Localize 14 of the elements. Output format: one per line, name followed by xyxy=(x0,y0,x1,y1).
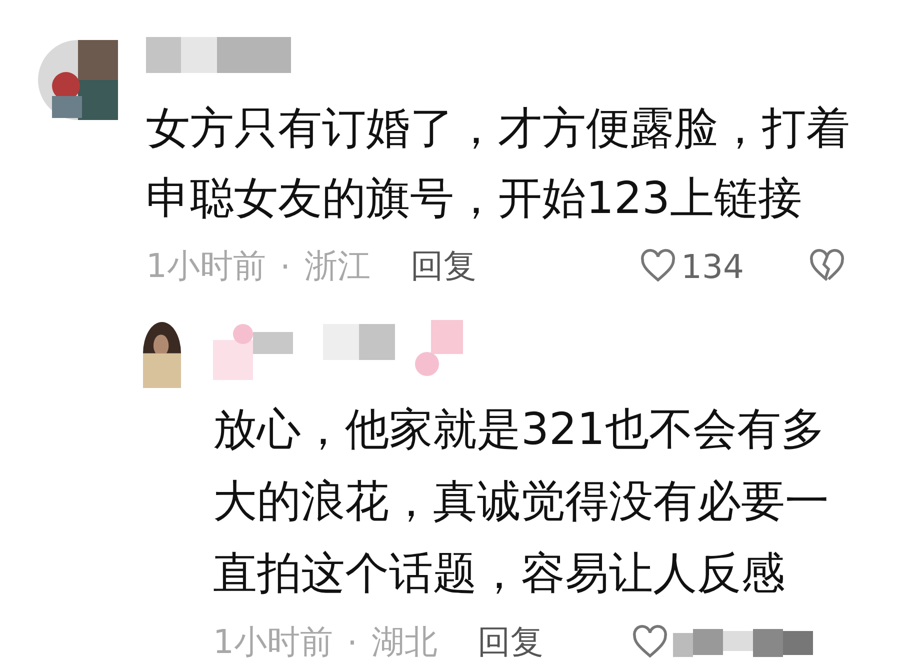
comment-location: 湖北 xyxy=(372,620,438,662)
separator-dot: · xyxy=(280,246,290,286)
comment-text: 女方只有订婚了，才方便露脸，打着申聪女友的旗号，开始123上链接 xyxy=(146,102,851,226)
reply-link[interactable]: 回复 xyxy=(410,244,476,288)
comment-location: 浙江 xyxy=(304,244,370,286)
comment-time: 1小时前 xyxy=(146,244,266,286)
like-count: 134 xyxy=(681,246,744,286)
heart-icon[interactable] xyxy=(639,249,677,283)
heart-icon[interactable] xyxy=(631,625,669,659)
comment-text: 放心，他家就是321也不会有多大的浪花，真诚觉得没有必要一直拍这个话题，容易让人反感 xyxy=(213,403,830,601)
reply-link[interactable]: 回复 xyxy=(478,620,544,664)
comment-time: 1小时前 xyxy=(213,620,333,662)
separator-dot: · xyxy=(347,622,358,662)
broken-heart-icon[interactable] xyxy=(808,249,846,283)
